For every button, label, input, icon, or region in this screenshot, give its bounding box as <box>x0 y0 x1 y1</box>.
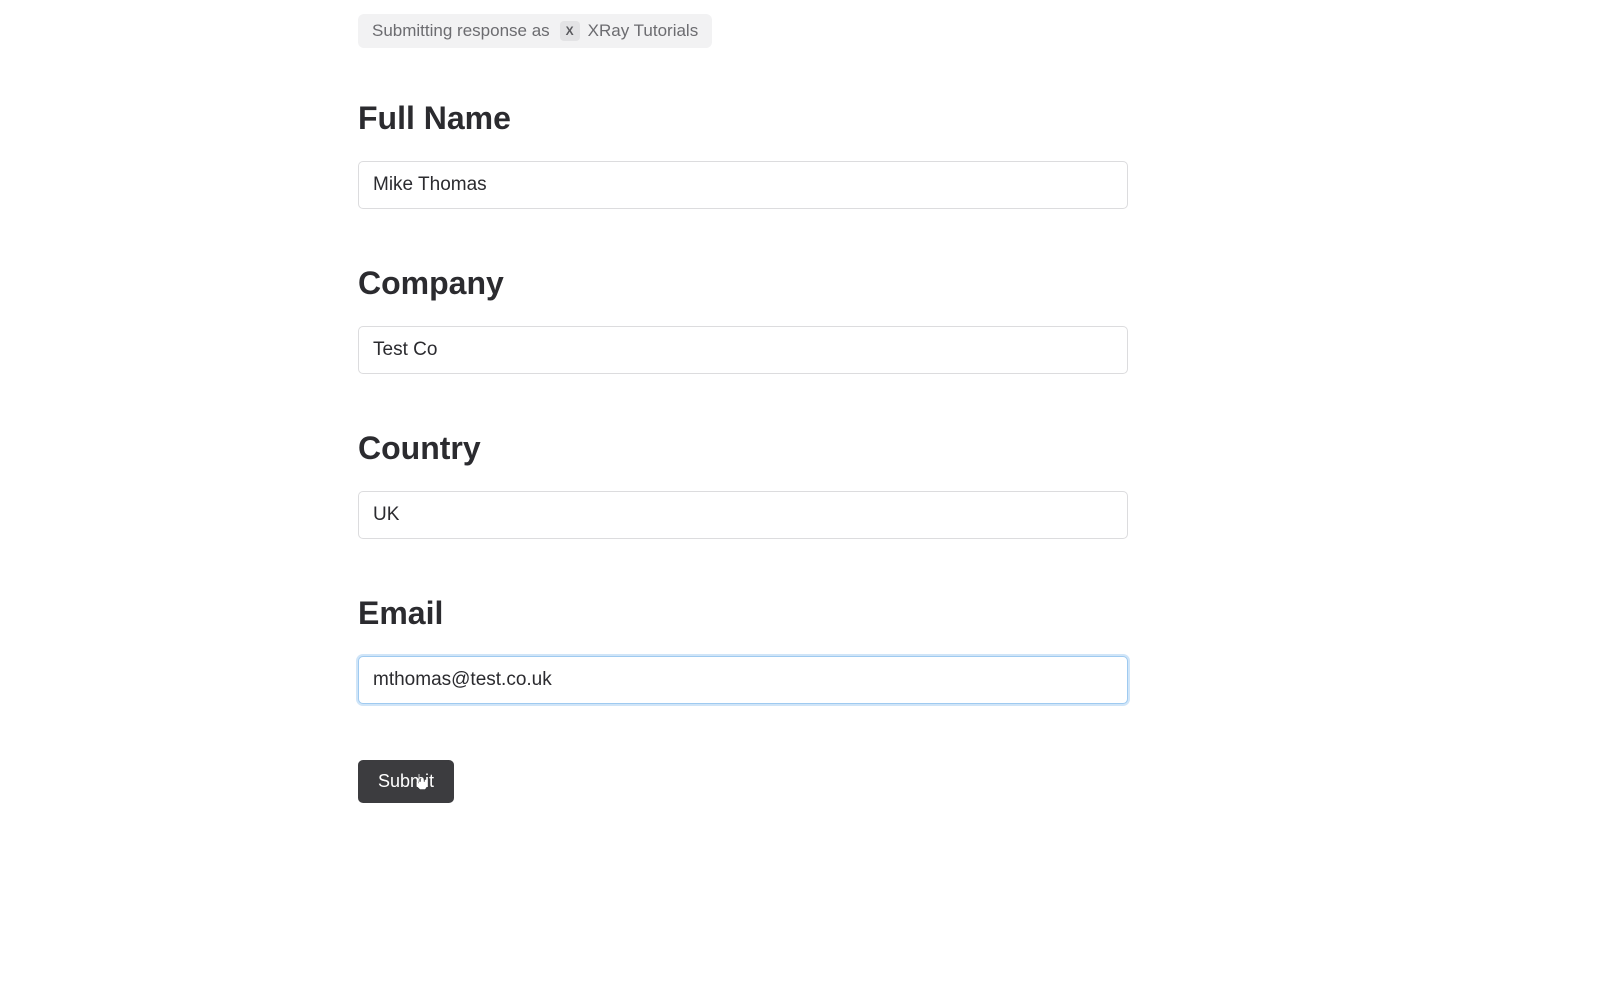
email-label: Email <box>358 595 1128 632</box>
field-company: Company <box>358 265 1128 374</box>
identity-pill-name: XRay Tutorials <box>588 21 699 41</box>
field-full-name: Full Name <box>358 100 1128 209</box>
company-input[interactable] <box>358 326 1128 374</box>
form-container: Submitting response as X XRay Tutorials … <box>358 0 1128 803</box>
identity-pill: Submitting response as X XRay Tutorials <box>358 14 712 48</box>
field-country: Country <box>358 430 1128 539</box>
full-name-input[interactable] <box>358 161 1128 209</box>
close-icon[interactable]: X <box>560 21 580 41</box>
identity-pill-prefix: Submitting response as <box>372 21 550 41</box>
company-label: Company <box>358 265 1128 302</box>
email-input[interactable] <box>358 656 1128 704</box>
country-input[interactable] <box>358 491 1128 539</box>
country-label: Country <box>358 430 1128 467</box>
submit-button[interactable]: Submit <box>358 760 454 803</box>
submit-button-label: Submit <box>378 771 434 791</box>
full-name-label: Full Name <box>358 100 1128 137</box>
field-email: Email <box>358 595 1128 704</box>
